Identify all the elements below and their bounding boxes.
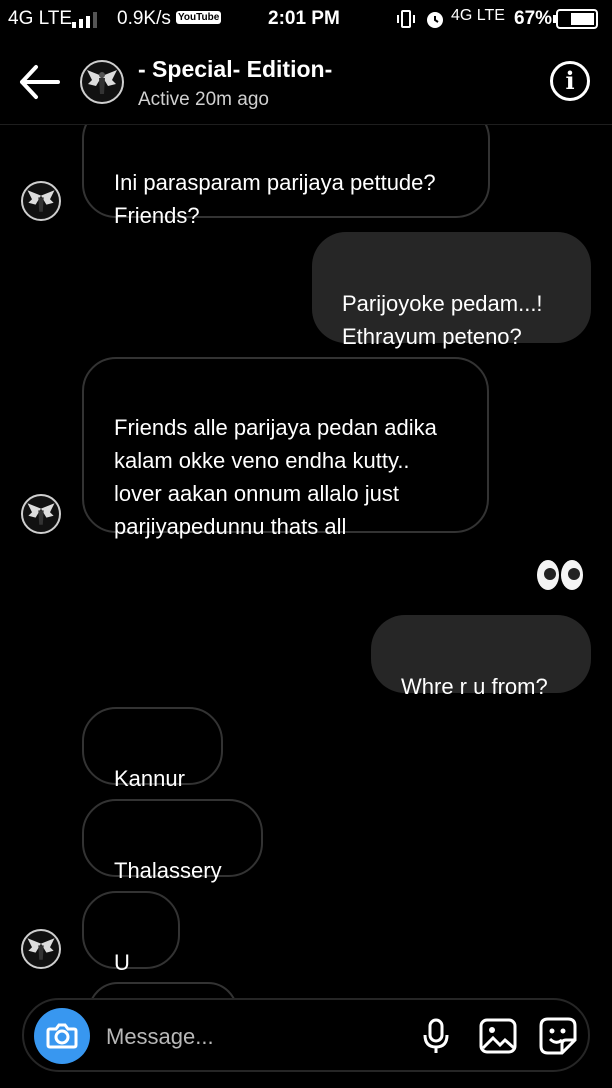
- message-text: Whre r u from?: [401, 674, 548, 699]
- status-bar: 4G LTE 0.9K/s YouTube 2:01 PM 4G LTE 67%: [0, 0, 612, 38]
- camera-icon: [46, 1023, 78, 1049]
- sender-avatar[interactable]: [21, 929, 61, 969]
- microphone-icon[interactable]: [416, 1016, 456, 1056]
- message-text: Ini parasparam parijaya pettude? Friends…: [114, 170, 436, 228]
- message-text: Kannur: [114, 766, 185, 791]
- winged-figure-icon: [87, 70, 117, 94]
- active-status: Active 20m ago: [138, 89, 269, 110]
- avatar[interactable]: [80, 60, 124, 104]
- clock: 2:01 PM: [268, 8, 340, 29]
- message-bubble-incoming[interactable]: U ?: [82, 891, 180, 998]
- sender-avatar[interactable]: [21, 494, 61, 534]
- signal-icon: [72, 12, 97, 28]
- eyes-emoji-icon[interactable]: [536, 559, 584, 591]
- gallery-icon[interactable]: [478, 1016, 518, 1056]
- contact-name[interactable]: - Special- Edition-: [138, 56, 332, 83]
- message-bubble-partial[interactable]: [88, 982, 238, 998]
- info-button[interactable]: i: [550, 61, 590, 101]
- message-composer: [22, 998, 590, 1072]
- message-bubble-incoming[interactable]: Kannur: [82, 707, 223, 791]
- sticker-icon[interactable]: [538, 1016, 578, 1056]
- back-arrow-icon: [20, 65, 60, 99]
- message-text: Friends alle parijaya pedan adika kalam …: [114, 415, 437, 539]
- message-bubble-incoming[interactable]: Ini parasparam parijaya pettude? Friends…: [82, 125, 490, 228]
- vibrate-icon: [397, 10, 415, 28]
- message-input[interactable]: [104, 1014, 408, 1060]
- winged-figure-icon: [27, 938, 55, 960]
- winged-figure-icon: [27, 503, 55, 525]
- message-list[interactable]: Ini parasparam parijaya pettude? Friends…: [0, 125, 612, 998]
- winged-figure-icon: [27, 190, 55, 212]
- message-bubble-incoming[interactable]: Friends alle parijaya pedan adika kalam …: [82, 357, 489, 539]
- youtube-icon: YouTube: [176, 11, 222, 24]
- message-bubble-outgoing[interactable]: Parijoyoke pedam...! Ethrayum peteno?: [312, 232, 591, 349]
- message-text: Parijoyoke pedam...! Ethrayum peteno?: [342, 291, 543, 349]
- message-bubble-incoming[interactable]: Thalassery: [82, 799, 263, 883]
- chat-header: - Special- Edition- Active 20m ago i: [0, 38, 612, 125]
- camera-button[interactable]: [34, 1008, 90, 1064]
- message-bubble-outgoing[interactable]: Whre r u from?: [371, 615, 591, 699]
- network-label-right: 4G LTE: [451, 7, 505, 24]
- info-icon: i: [565, 66, 575, 95]
- alarm-icon: [427, 12, 443, 28]
- network-label: 4G LTE: [8, 8, 73, 29]
- battery-percentage: 67%: [514, 8, 553, 29]
- sender-avatar[interactable]: [21, 181, 61, 221]
- back-button[interactable]: [18, 62, 62, 102]
- speed-label: 0.9K/s: [117, 8, 171, 29]
- message-text: Thalassery: [114, 858, 222, 883]
- battery-icon: [553, 9, 598, 29]
